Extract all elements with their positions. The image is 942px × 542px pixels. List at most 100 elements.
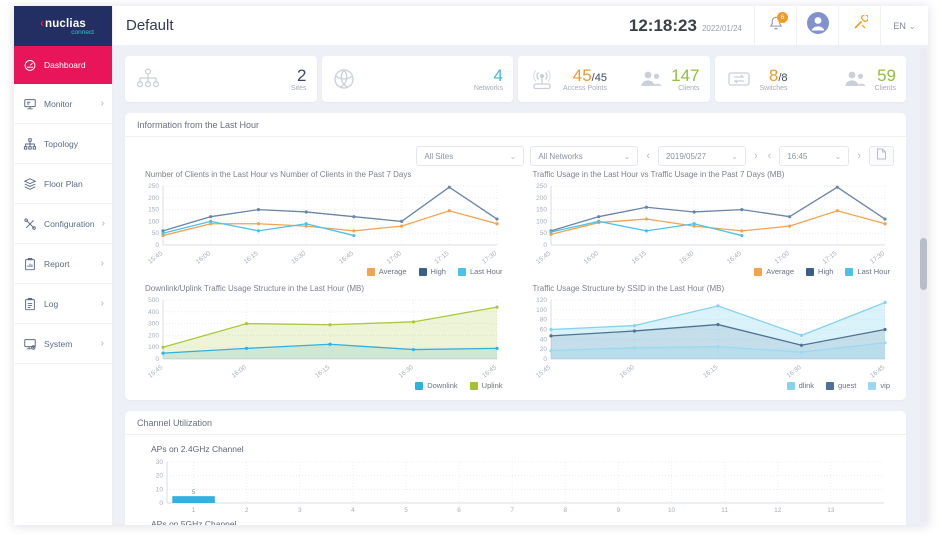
- clients-chart-canvas: 0 50 100 150 200 250 15:45 16:00 16:15 16:30 16:45…: [137, 180, 507, 266]
- sidebar-item-label: System: [44, 338, 73, 349]
- svg-text:17:15: 17:15: [433, 250, 450, 266]
- time-next-button[interactable]: [855, 151, 863, 162]
- svg-text:120: 120: [536, 297, 547, 304]
- scrollbar[interactable]: [920, 48, 927, 523]
- floor-plan-icon: [22, 176, 37, 191]
- time-value: 16:45: [787, 151, 808, 161]
- downlink-uplink-chart-canvas: 0 100 200 300 400 500 15:45 16:00 16:15 16:30 16:4…: [137, 294, 507, 380]
- charts-grid: Number of Clients in the Last Hour vs Nu…: [137, 170, 894, 390]
- sidebar-item-report[interactable]: Report: [14, 244, 112, 284]
- svg-text:16:15: 16:15: [314, 364, 331, 380]
- network-filter-value: All Networks: [538, 151, 583, 161]
- svg-text:400: 400: [148, 309, 159, 316]
- user-menu-button[interactable]: [796, 6, 838, 46]
- date-next-button[interactable]: [752, 151, 760, 162]
- time-prev-button[interactable]: [766, 151, 774, 162]
- sidebar-item-label: Report: [44, 258, 70, 269]
- svg-text:15:45: 15:45: [147, 364, 164, 380]
- svg-text:40: 40: [539, 336, 547, 343]
- notification-badge: 6: [777, 11, 788, 23]
- svg-text:11: 11: [721, 507, 728, 514]
- svg-text:200: 200: [536, 195, 547, 202]
- sidebar-item-topology[interactable]: Topology: [14, 124, 112, 164]
- svg-text:7: 7: [510, 507, 514, 514]
- sidebar: ‹ nuclias connect Dashboard Monitor › To…: [14, 6, 113, 525]
- scrollbar-thumb[interactable]: [920, 238, 927, 290]
- export-button[interactable]: [869, 146, 894, 166]
- gauge-icon: [22, 58, 37, 73]
- clients-icon: [638, 68, 664, 90]
- ap-label: Access Points: [563, 84, 607, 92]
- top-bar: Default 12:18:23 2022/01/24 6 EN ⌄: [113, 6, 928, 46]
- main-area: Default 12:18:23 2022/01/24 6 EN ⌄ 2 Sit…: [113, 6, 928, 525]
- chart-legend: Average High Last Hour: [137, 267, 507, 276]
- site-filter-select[interactable]: All Sites: [416, 146, 525, 166]
- topology-icon: [22, 136, 37, 151]
- system-icon: [22, 336, 37, 351]
- svg-text:16:30: 16:30: [290, 250, 307, 266]
- svg-text:16:00: 16:00: [618, 364, 635, 380]
- chevron-right-icon: [101, 98, 104, 109]
- language-selector[interactable]: EN: [880, 6, 928, 46]
- legend-item: High: [418, 267, 446, 276]
- nuclias-logo[interactable]: ‹ nuclias connect: [14, 6, 112, 46]
- sidebar-item-log[interactable]: Log: [14, 284, 112, 324]
- channel-24ghz-chart-canvas: 0 10 20 30 1 2 3 4 5 6 7 8 9 10 11 12 13 5: [141, 456, 890, 516]
- notifications-button[interactable]: 6: [754, 6, 796, 46]
- switch-clients-label: Clients: [874, 84, 896, 92]
- svg-text:16:15: 16:15: [243, 250, 260, 266]
- svg-text:20: 20: [156, 473, 164, 480]
- tools-icon: [22, 216, 37, 231]
- chevron-right-icon: [101, 298, 104, 309]
- legend-item: High: [806, 267, 833, 276]
- wrench-icon: [852, 14, 869, 36]
- date-select[interactable]: 2019/05/27: [657, 146, 746, 166]
- sidebar-item-floor-plan[interactable]: Floor Plan: [14, 164, 112, 204]
- sidebar-item-monitor[interactable]: Monitor: [14, 84, 112, 124]
- switch-icon: [725, 68, 753, 90]
- svg-text:17:30: 17:30: [481, 250, 498, 266]
- chevron-right-icon: [102, 218, 105, 229]
- date-prev-button[interactable]: [644, 151, 652, 162]
- svg-text:16:15: 16:15: [630, 250, 647, 266]
- svg-text:0: 0: [159, 500, 163, 507]
- sites-label: Sites: [290, 84, 307, 92]
- svg-text:10: 10: [668, 507, 676, 514]
- networks-count: 4: [493, 65, 503, 85]
- svg-text:60: 60: [539, 327, 547, 334]
- chevron-right-icon: [101, 258, 104, 269]
- svg-text:300: 300: [148, 321, 159, 328]
- export-file-icon: [876, 147, 887, 165]
- sidebar-item-system[interactable]: System: [14, 324, 112, 364]
- time-select[interactable]: 16:45: [779, 146, 850, 166]
- content-area: 2 Sites 4 Networks 45 /45 Access Points …: [113, 46, 928, 525]
- app-window: ‹ nuclias connect Dashboard Monitor › To…: [14, 6, 928, 525]
- tools-shortcut-button[interactable]: [838, 6, 880, 46]
- sidebar-item-dashboard[interactable]: Dashboard: [14, 46, 112, 84]
- switches-card: 8 /8 Switches 59 Clients: [714, 56, 906, 102]
- svg-text:17:00: 17:00: [773, 250, 790, 266]
- network-filter-select[interactable]: All Networks: [530, 146, 639, 166]
- svg-text:16:45: 16:45: [338, 250, 355, 266]
- sites-card: 2 Sites: [125, 56, 317, 102]
- report-icon: [22, 256, 37, 271]
- channel-utilization-panel: Channel Utilization APs on 2.4GHz Channe…: [125, 411, 906, 525]
- sidebar-nav: Dashboard Monitor Topology Floor Plan: [14, 46, 112, 364]
- chart-title: Number of Clients in the Last Hour vs Nu…: [145, 170, 412, 179]
- legend-item: Average: [366, 267, 407, 276]
- clients-icon: [842, 68, 868, 90]
- logo-subtitle: connect: [71, 29, 94, 36]
- ap-count: 45: [572, 65, 592, 85]
- legend-item: dlink: [786, 381, 814, 390]
- svg-text:8: 8: [564, 507, 568, 514]
- svg-text:15:45: 15:45: [535, 250, 552, 266]
- legend-item: Last Hour: [845, 267, 890, 276]
- svg-text:250: 250: [536, 183, 547, 190]
- monitor-icon: [22, 96, 37, 111]
- svg-text:30: 30: [156, 459, 164, 466]
- svg-text:6: 6: [457, 507, 461, 514]
- svg-text:50: 50: [152, 230, 160, 237]
- sites-count: 2: [297, 65, 307, 85]
- sidebar-item-configuration[interactable]: Configuration: [14, 204, 112, 244]
- svg-text:100: 100: [536, 218, 547, 225]
